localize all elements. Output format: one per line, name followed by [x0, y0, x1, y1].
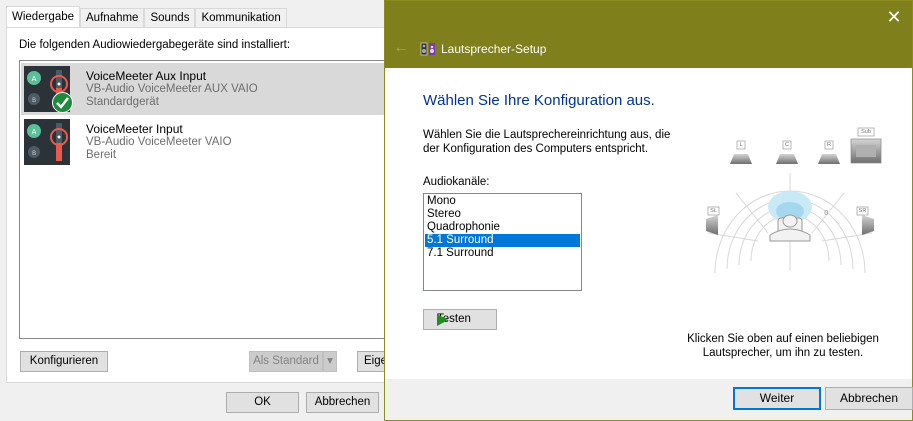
speaker-label-center: C: [785, 142, 789, 148]
set-default-button[interactable]: Als Standard: [249, 351, 323, 372]
voicemeeter-device-icon: A B: [24, 119, 70, 165]
device-status: Bereit: [86, 149, 117, 161]
page-title: Wählen Sie Ihre Konfiguration aus.: [423, 92, 655, 109]
speaker-diagram: 0 L C R Sub SL SR: [698, 123, 882, 277]
audio-channels-list[interactable]: Mono Stereo Quadrophonie 5.1 Surround 7.…: [423, 193, 582, 291]
svg-text:A: A: [32, 128, 37, 136]
title-bar: ✕ ← Lautsprecher-Setup: [385, 1, 912, 68]
speaker-setup-icon: [420, 41, 436, 57]
setup-cancel-button[interactable]: Abbrechen: [825, 387, 913, 410]
configure-button[interactable]: Konfigurieren: [20, 351, 108, 372]
next-button[interactable]: Weiter: [733, 387, 821, 410]
channel-option-mono[interactable]: Mono: [425, 195, 580, 208]
svg-text:B: B: [32, 97, 36, 104]
device-name: VoiceMeeter Aux Input: [86, 69, 207, 83]
dialog-footer: Weiter Abbrechen: [385, 379, 913, 420]
speaker-label-left: L: [739, 142, 743, 148]
play-icon: [437, 314, 448, 326]
back-arrow-icon[interactable]: ←: [393, 39, 409, 57]
channel-option-5-1-surround[interactable]: 5.1 Surround: [425, 234, 580, 247]
setup-description: Wählen Sie die Lautsprechereinrichtung a…: [423, 129, 671, 155]
device-item-aux-input[interactable]: A B VoiceMeeter Aux Input VB-Audio Voice…: [21, 63, 394, 115]
device-status: Standardgerät: [86, 96, 159, 108]
speaker-label-sub: Sub: [861, 129, 871, 135]
cancel-button[interactable]: Abbrechen: [306, 392, 379, 413]
set-default-dropdown[interactable]: ▾: [323, 351, 337, 372]
svg-text:A: A: [32, 75, 37, 83]
speaker-label-right: R: [827, 142, 831, 148]
channel-option-7-1-surround[interactable]: 7.1 Surround: [425, 247, 580, 260]
svg-text:0: 0: [824, 209, 828, 217]
tab-aufnahme[interactable]: Aufnahme: [80, 8, 145, 28]
tab-kommunikation[interactable]: Kommunikation: [195, 8, 287, 28]
tab-wiedergabe[interactable]: Wiedergabe: [6, 6, 81, 28]
speaker-label-surround-left: SL: [710, 208, 717, 214]
audio-channels-label: Audiokanäle:: [423, 176, 490, 188]
device-item-input[interactable]: A B VoiceMeeter Input VB-Audio VoiceMeet…: [21, 116, 394, 168]
speaker-label-surround-right: SR: [858, 208, 867, 214]
default-check-icon: [52, 92, 73, 116]
device-driver: VB-Audio VoiceMeeter VAIO: [86, 136, 232, 148]
svg-text:B: B: [32, 150, 36, 157]
tab-sounds[interactable]: Sounds: [144, 8, 196, 28]
close-icon[interactable]: ✕: [886, 8, 902, 26]
channel-option-quadrophonie[interactable]: Quadrophonie: [425, 221, 580, 234]
window-title: Lautsprecher-Setup: [441, 42, 547, 56]
device-name: VoiceMeeter Input: [86, 122, 183, 136]
test-button[interactable]: Testen: [423, 309, 497, 330]
speaker-setup-dialog: ✕ ← Lautsprecher-Setup Wählen Sie Ihre K…: [384, 0, 913, 421]
tab-strip: Wiedergabe Aufnahme Sounds Kommunikation: [6, 6, 287, 28]
channel-option-stereo[interactable]: Stereo: [425, 208, 580, 221]
ok-button[interactable]: OK: [226, 392, 299, 413]
chevron-down-icon: ▾: [327, 355, 333, 367]
device-driver: VB-Audio VoiceMeeter AUX VAIO: [86, 83, 258, 95]
test-hint: Klicken Sie oben auf einen beliebigen La…: [687, 333, 879, 359]
devices-instruction: Die folgenden Audiowiedergabegeräte sind…: [19, 39, 291, 51]
playback-device-list[interactable]: A B VoiceMeeter Aux Input VB-Audio Voice…: [19, 60, 394, 339]
